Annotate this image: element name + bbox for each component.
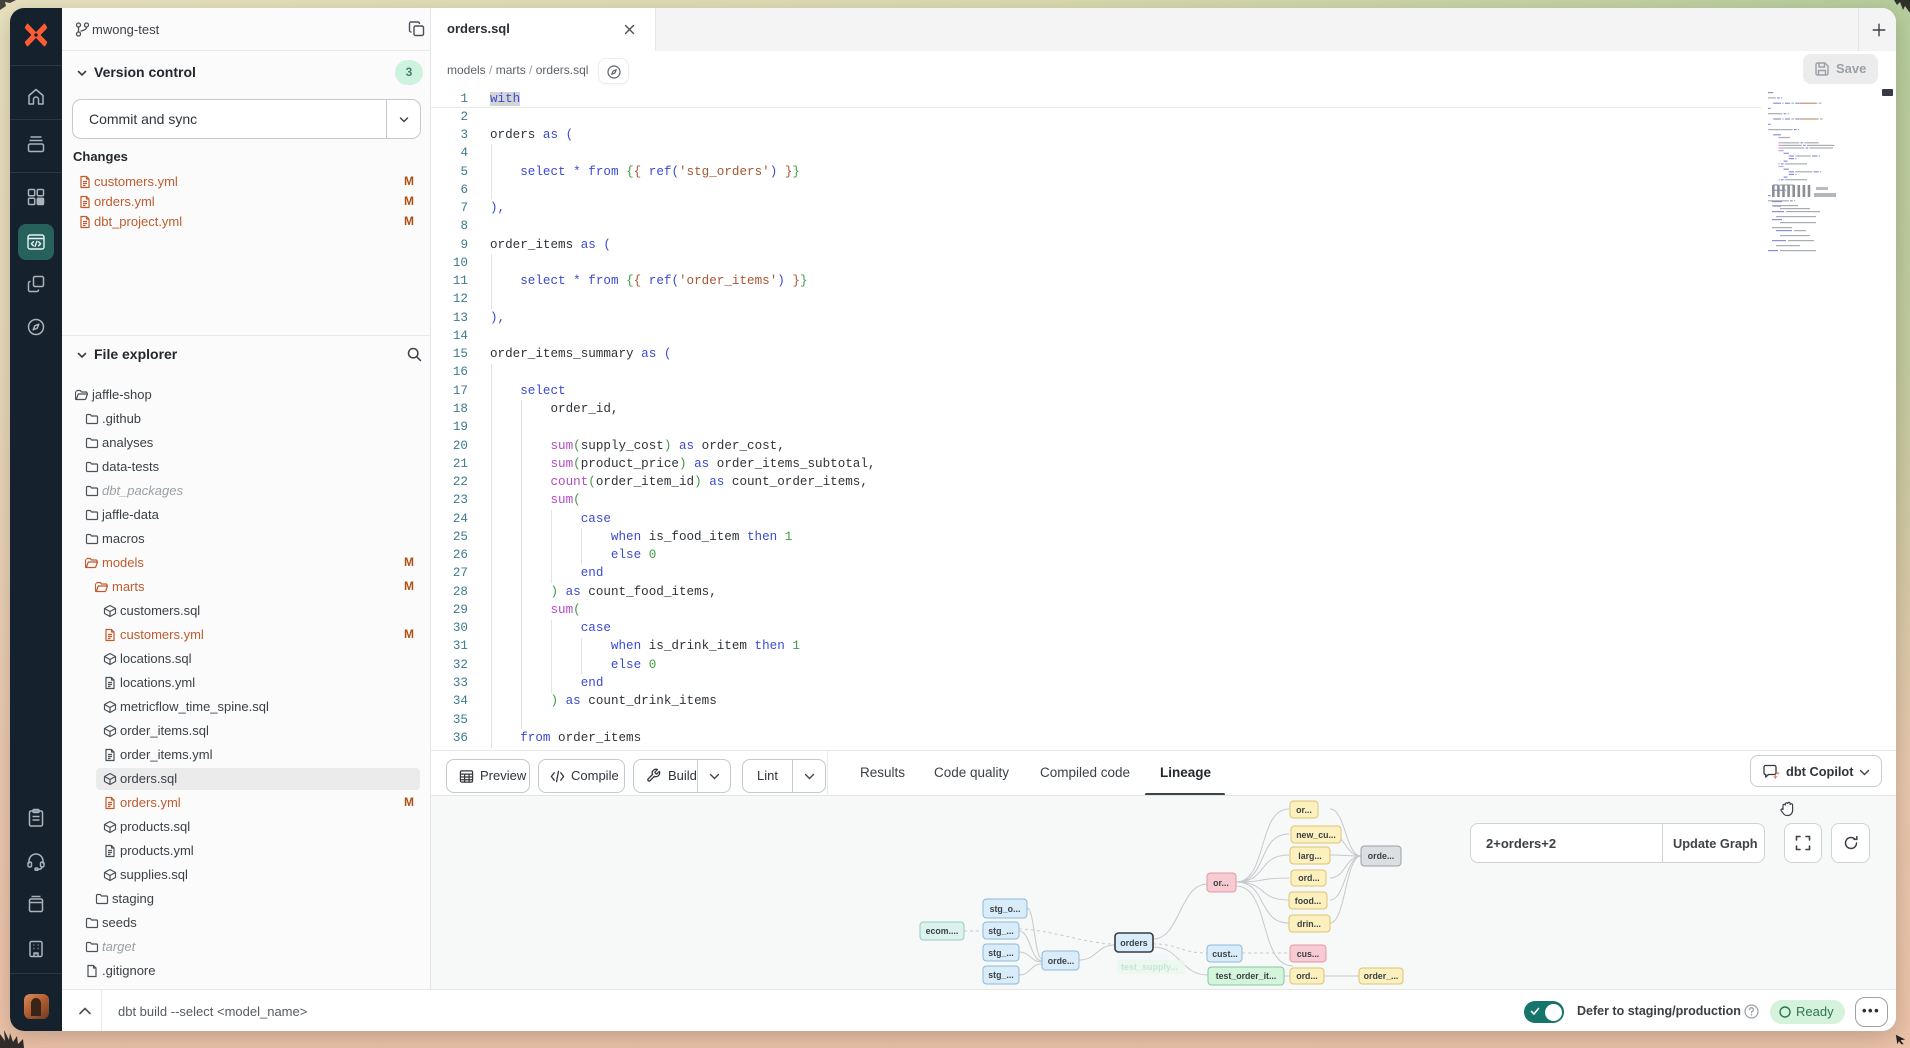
svg-text:stg_...: stg_... [988, 948, 1013, 958]
svg-text:orders: orders [1120, 938, 1147, 948]
svg-text:cust...: cust... [1212, 949, 1237, 959]
svg-text:drin...: drin... [1297, 919, 1321, 929]
svg-text:ecom....: ecom.... [926, 926, 959, 936]
svg-text:test_order_it...: test_order_it... [1216, 971, 1277, 981]
svg-text:larg...: larg... [1298, 851, 1321, 861]
svg-text:stg_o...: stg_o... [990, 904, 1021, 914]
svg-text:stg_...: stg_... [988, 970, 1013, 980]
svg-text:stg_...: stg_... [988, 926, 1013, 936]
svg-text:new_cu...: new_cu... [1296, 830, 1336, 840]
svg-text:or...: or... [1296, 805, 1312, 815]
svg-text:or...: or... [1213, 878, 1229, 888]
svg-text:food...: food... [1295, 896, 1321, 906]
svg-text:orde...: orde... [1368, 851, 1394, 861]
svg-text:test_supply...: test_supply... [1121, 962, 1178, 972]
svg-text:cus...: cus... [1297, 949, 1320, 959]
svg-text:order_...: order_... [1364, 971, 1399, 981]
svg-text:ord...: ord... [1298, 873, 1320, 883]
svg-text:ord...: ord... [1296, 971, 1318, 981]
svg-text:orde...: orde... [1048, 956, 1074, 966]
